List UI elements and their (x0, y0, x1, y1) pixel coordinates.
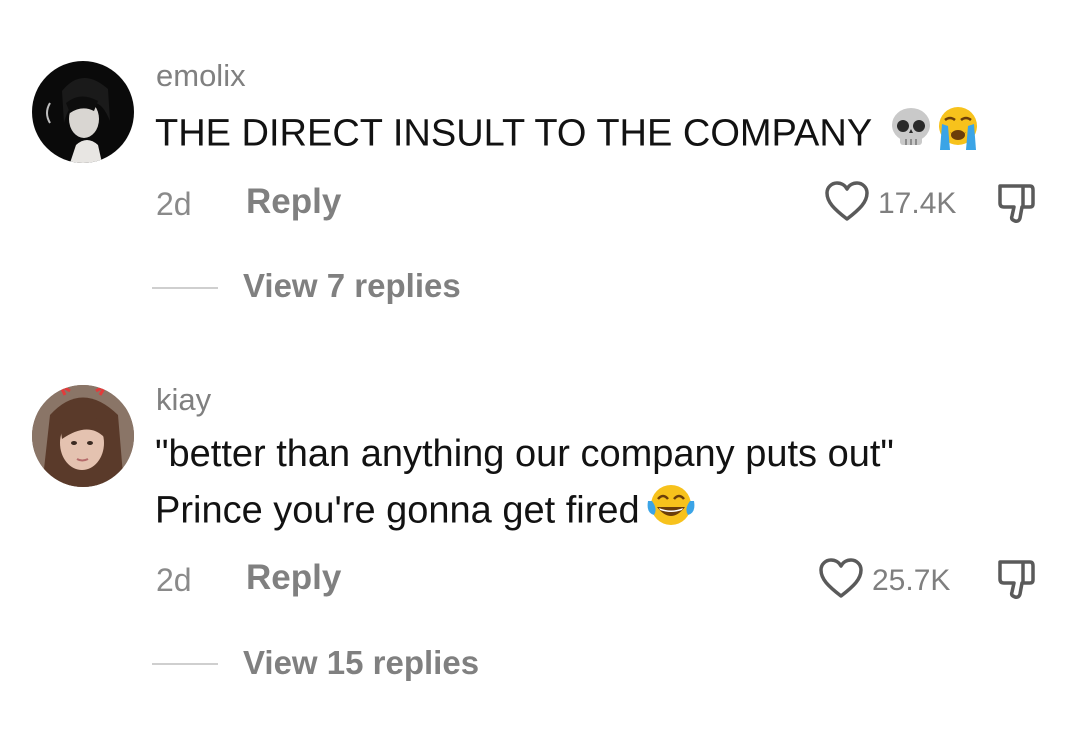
reply-button[interactable]: Reply (246, 558, 341, 598)
dislike-button[interactable] (996, 558, 1038, 605)
reply-button[interactable]: Reply (246, 182, 341, 222)
comment-username[interactable]: kiay (156, 382, 211, 418)
divider (152, 663, 218, 665)
comment-username[interactable]: emolix (156, 58, 246, 94)
comment-text-line: THE DIRECT INSULT TO THE COMPANY (155, 112, 872, 155)
comment-text-line-content: Prince you're gonna get fired (155, 489, 640, 532)
heart-outline-icon (824, 180, 870, 227)
comment-text-line: "better than anything our company puts o… (155, 433, 894, 475)
view-replies-button[interactable]: View 7 replies (243, 267, 461, 305)
view-replies-button[interactable]: View 15 replies (243, 644, 479, 682)
comment-text: "better than anything our company puts o… (155, 428, 894, 544)
avatar[interactable] (32, 385, 134, 487)
thumbs-down-icon (996, 560, 1038, 604)
avatar[interactable] (32, 61, 134, 163)
comment-date: 2d (156, 186, 192, 222)
dislike-button[interactable] (996, 182, 1038, 229)
skull-emoji (888, 105, 934, 166)
like-button[interactable]: 25.7K (818, 557, 950, 604)
heart-outline-icon (818, 557, 864, 604)
like-button[interactable]: 17.4K (824, 180, 956, 227)
avatar-image (32, 385, 134, 487)
like-count: 17.4K (878, 186, 957, 220)
comment-text: THE DIRECT INSULT TO THE COMPANY (155, 104, 982, 167)
like-count: 25.7K (872, 563, 951, 597)
loudly-crying-emoji (934, 104, 982, 167)
thumbs-down-icon (996, 184, 1038, 228)
divider (152, 287, 218, 289)
avatar-image (32, 61, 134, 163)
tears-of-joy-emoji (646, 481, 696, 544)
comment-text-line: Prince you're gonna get fired (155, 481, 894, 544)
comment-date: 2d (156, 562, 192, 598)
